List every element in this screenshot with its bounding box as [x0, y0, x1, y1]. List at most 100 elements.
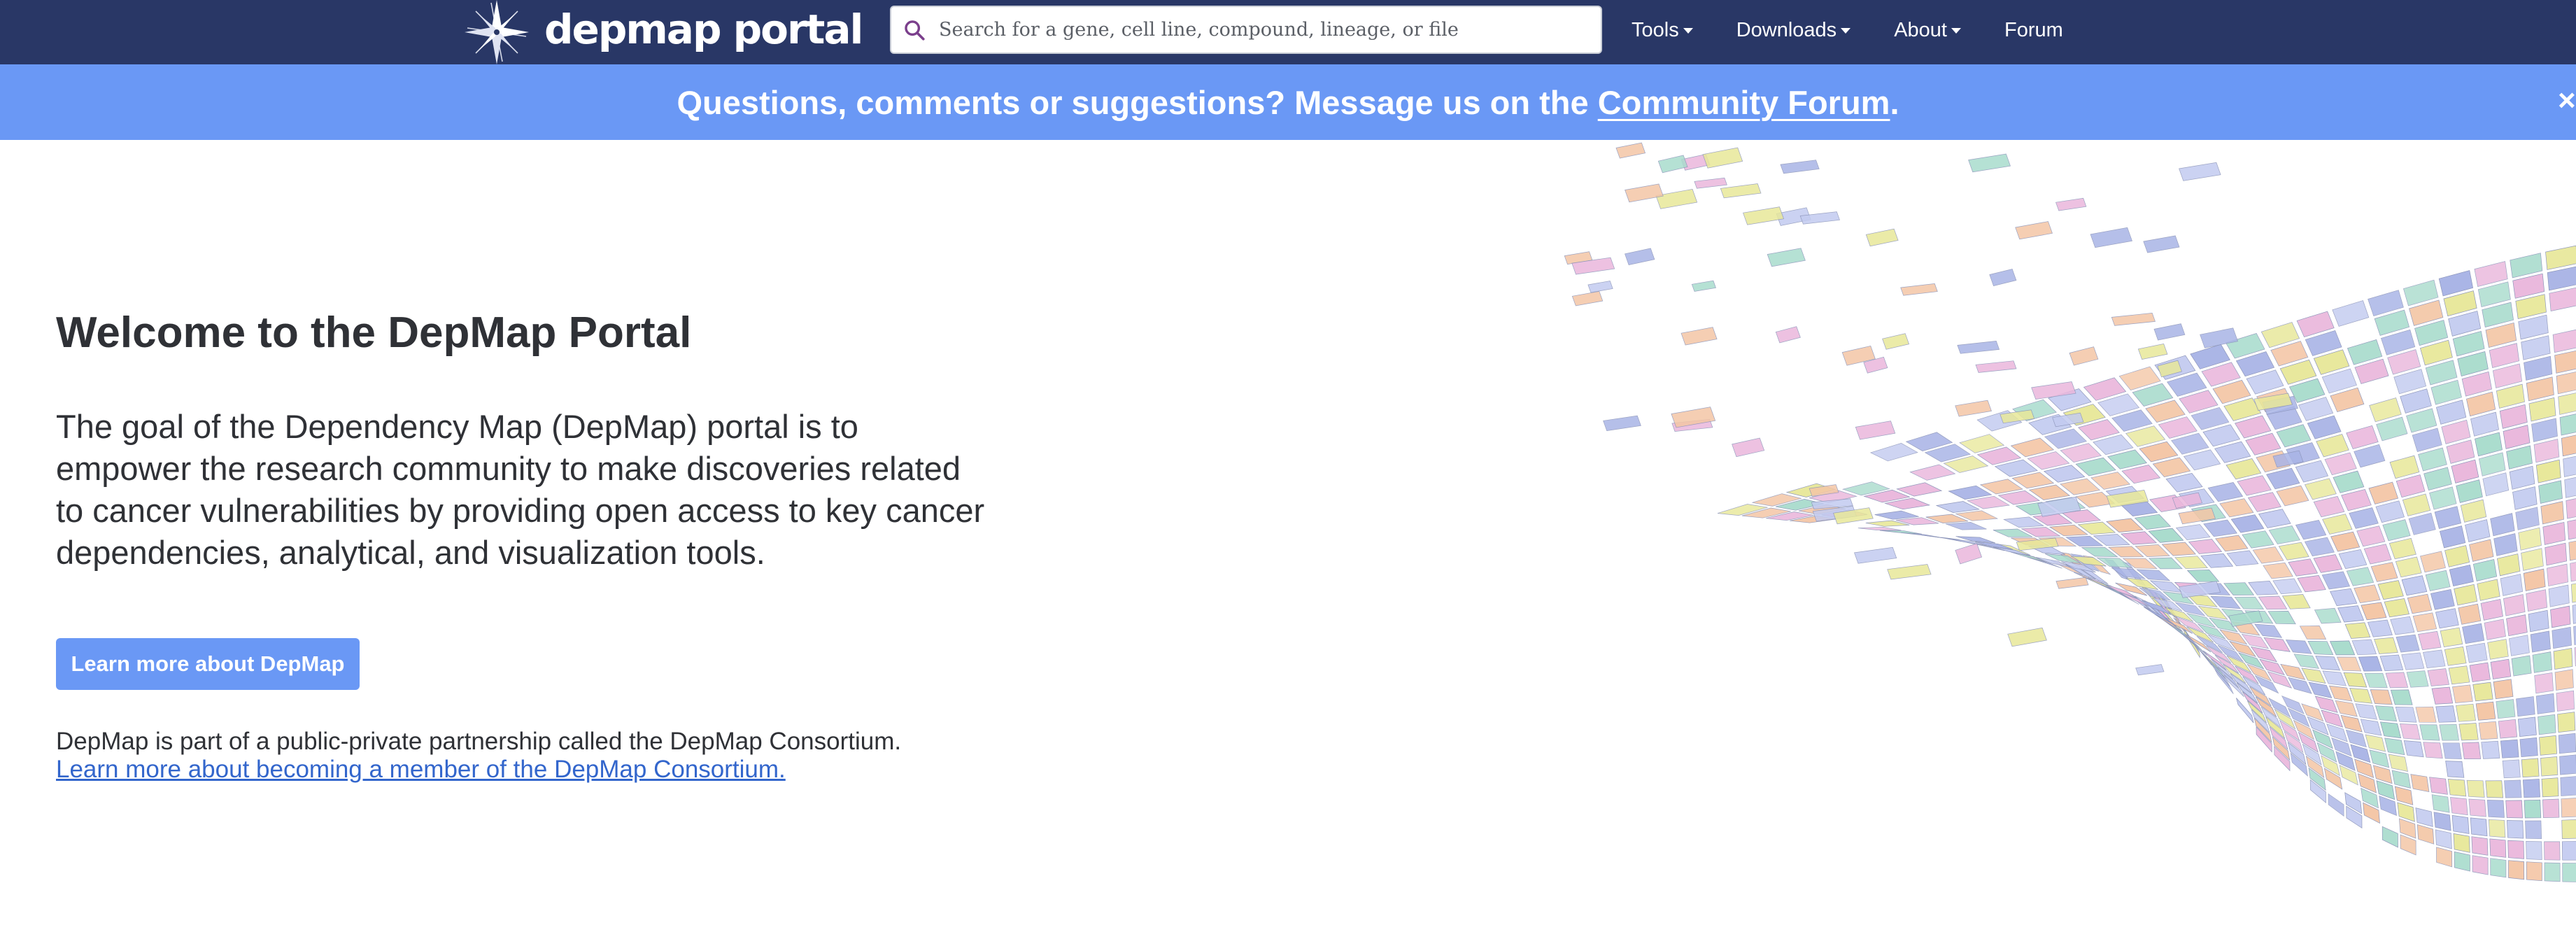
flying-tile: [2178, 507, 2216, 525]
mosaic-tile: [2207, 482, 2244, 502]
flying-tile: [2069, 346, 2099, 366]
mosaic-tile: [2401, 652, 2425, 670]
mosaic-tile: [2333, 470, 2365, 493]
mosaic-tile: [2524, 799, 2542, 819]
mosaic-tile: [2499, 404, 2528, 429]
mosaic-tile: [2564, 476, 2576, 498]
mosaic-tile: [2360, 719, 2382, 736]
flying-tile: [2055, 577, 2089, 589]
mosaic-tile: [2281, 594, 2311, 609]
learn-more-button[interactable]: Learn more about DepMap: [56, 638, 360, 690]
mosaic-tile: [2301, 668, 2326, 684]
mosaic-tile: [2465, 519, 2491, 542]
nav-about[interactable]: About: [1894, 19, 1961, 42]
mosaic-tile: [2559, 414, 2576, 436]
mosaic-tile: [2183, 449, 2221, 471]
nav-tools[interactable]: Tools: [1632, 19, 1693, 42]
mosaic-tile: [2542, 798, 2560, 819]
mosaic-tile: [2566, 498, 2576, 519]
mosaic-tile: [2415, 706, 2437, 723]
banner-text: Questions, comments or suggestions? Mess…: [677, 83, 1589, 121]
mosaic-tile: [2266, 467, 2300, 490]
mosaic-tile: [2532, 651, 2552, 673]
mosaic-tile: [2444, 545, 2470, 567]
mosaic-tile: [2435, 829, 2452, 849]
flying-tile: [1691, 280, 1716, 292]
mosaic-tile: [2452, 330, 2485, 357]
mosaic-tile: [2448, 665, 2470, 685]
nav-downloads[interactable]: Downloads: [1736, 19, 1851, 42]
mosaic-tile: [1874, 510, 1919, 520]
mosaic-tile: [2535, 693, 2555, 714]
mosaic-tile: [2506, 445, 2533, 470]
flying-tile: [2153, 323, 2186, 341]
mosaic-tile: [2395, 707, 2417, 723]
community-forum-link[interactable]: Community Forum: [1598, 84, 1890, 121]
mosaic-tile: [2361, 602, 2387, 621]
mosaic-tile: [2252, 546, 2284, 564]
mosaic-tile: [2430, 379, 2462, 405]
mosaic-tile: [2272, 578, 2302, 595]
mosaic-tile: [2559, 754, 2576, 775]
mosaic-tile: [2391, 770, 2411, 789]
compass-star-icon: [465, 0, 529, 64]
flying-tile: [1887, 564, 1932, 580]
page-description: The goal of the Dependency Map (DepMap) …: [56, 408, 985, 571]
mosaic-tile: [2553, 647, 2573, 670]
mosaic-tile: [2526, 589, 2548, 612]
consortium-member-link[interactable]: Learn more about becoming a member of th…: [56, 756, 786, 783]
mosaic-tile: [2535, 459, 2561, 483]
mosaic-tile: [2468, 798, 2486, 817]
flying-tile: [2111, 313, 2156, 326]
mosaic-tile: [2304, 478, 2337, 500]
mosaic-tile: [2561, 819, 2576, 839]
flying-tile: [1865, 228, 1899, 247]
mosaic-tile: [2554, 350, 2576, 374]
mosaic-tile: [2346, 425, 2379, 450]
mosaic-tile: [2485, 322, 2517, 348]
page-title: Welcome to the DepMap Portal: [56, 309, 692, 357]
mosaic-tile: [2540, 756, 2559, 777]
mosaic-tile: [2488, 819, 2506, 838]
flying-tile: [2179, 162, 2221, 181]
mosaic-tile: [2237, 475, 2272, 496]
mosaic-tile: [2315, 656, 2341, 671]
mosaic-tile: [2515, 507, 2540, 530]
mosaic-tile: [2175, 524, 2211, 540]
mosaic-tile: [2230, 514, 2265, 533]
mosaic-tile: [2407, 593, 2433, 614]
mosaic-tile: [2313, 554, 2343, 573]
mosaic-tile: [2466, 779, 2485, 798]
mosaic-tile: [2451, 684, 2473, 703]
mosaic-tile: [2477, 579, 2500, 601]
mosaic-tile: [2447, 779, 2467, 797]
flying-tile: [1855, 421, 1896, 440]
mosaic-tile: [2552, 329, 2576, 353]
search-input[interactable]: [937, 18, 1588, 41]
flying-tile: [1732, 437, 1765, 458]
mosaic-tile: [2504, 779, 2522, 798]
flying-tile: [1882, 333, 1910, 350]
search-box[interactable]: [890, 6, 1602, 54]
mosaic-tile: [2412, 612, 2437, 633]
mosaic-tile: [2490, 658, 2512, 679]
close-icon[interactable]: ×: [2558, 85, 2576, 116]
mosaic-tile: [2545, 542, 2568, 566]
banner-message: Questions, comments or suggestions? Mess…: [677, 83, 1899, 122]
mosaic-tile: [2526, 861, 2542, 882]
mosaic-tile: [2316, 434, 2349, 458]
mosaic-tile: [2526, 841, 2542, 860]
mosaic-tile: [1921, 535, 1961, 542]
mosaic-tile: [2573, 626, 2576, 645]
mosaic-tile: [2525, 820, 2542, 840]
brand-link[interactable]: depmap portal: [442, 0, 863, 64]
flying-tile: [1975, 360, 2017, 373]
flying-tile: [2015, 221, 2053, 240]
mosaic-tile: [2429, 486, 2457, 510]
nav-forum[interactable]: Forum: [2004, 19, 2063, 42]
mosaic-tile: [2418, 447, 2447, 472]
mosaic-tile: [2496, 699, 2516, 719]
mosaic-tile: [2369, 749, 2390, 768]
mosaic-tile: [2538, 480, 2563, 504]
mosaic-tile: [2442, 742, 2462, 760]
